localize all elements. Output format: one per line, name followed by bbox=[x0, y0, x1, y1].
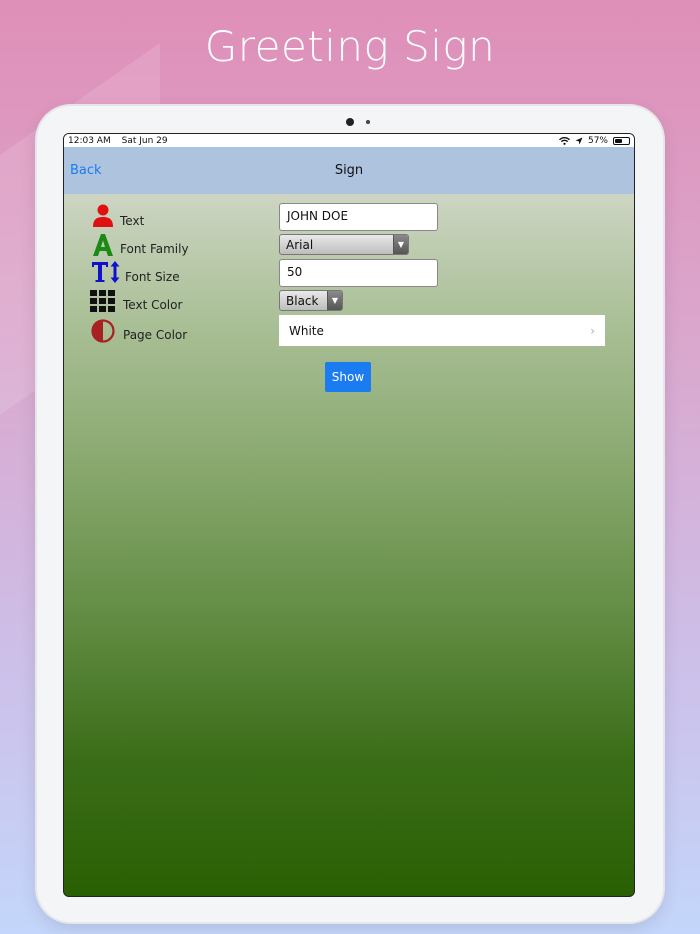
location-arrow-icon bbox=[575, 137, 583, 144]
tablet-frame: 12:03 AM Sat Jun 29 57% Back Sign Text J… bbox=[37, 106, 663, 922]
text-label: Text bbox=[120, 214, 145, 228]
battery-icon bbox=[613, 136, 630, 145]
text-input[interactable]: JOHN DOE bbox=[279, 203, 438, 231]
text-color-value: Black bbox=[286, 293, 319, 308]
person-icon bbox=[90, 203, 116, 229]
promo-title: Greeting Sign bbox=[204, 22, 496, 71]
wifi-icon bbox=[558, 136, 570, 145]
navigation-bar: Back Sign bbox=[64, 147, 634, 194]
font-family-select[interactable]: Arial ▼ bbox=[279, 234, 409, 255]
dropdown-arrow-icon: ▼ bbox=[393, 235, 408, 254]
text-color-label: Text Color bbox=[123, 298, 183, 312]
status-time: 12:03 AM bbox=[68, 135, 111, 146]
sensor-dot bbox=[366, 120, 370, 124]
battery-percent: 57% bbox=[587, 135, 608, 146]
camera-dot bbox=[346, 118, 354, 126]
battery-level bbox=[615, 138, 623, 143]
nav-title: Sign bbox=[334, 163, 364, 178]
page-color-label: Page Color bbox=[123, 328, 188, 342]
letter-a-icon bbox=[90, 232, 116, 258]
text-size-icon bbox=[90, 259, 122, 285]
half-circle-icon bbox=[90, 318, 116, 344]
font-family-label: Font Family bbox=[120, 242, 189, 256]
font-size-label: Font Size bbox=[125, 270, 180, 284]
show-button[interactable]: Show bbox=[325, 362, 371, 392]
text-color-select[interactable]: Black ▼ bbox=[279, 290, 343, 311]
status-date: Sat Jun 29 bbox=[121, 135, 168, 146]
app-screen: 12:03 AM Sat Jun 29 57% Back Sign Text J… bbox=[63, 133, 635, 897]
page-color-row[interactable]: White › bbox=[279, 315, 605, 346]
dropdown-arrow-icon: ▼ bbox=[327, 291, 342, 310]
page-color-value: White bbox=[289, 323, 324, 338]
status-bar: 12:03 AM Sat Jun 29 57% bbox=[64, 134, 634, 147]
chevron-right-icon: › bbox=[590, 323, 595, 338]
font-family-value: Arial bbox=[286, 237, 314, 252]
back-button[interactable]: Back bbox=[70, 163, 102, 178]
grid-icon bbox=[90, 288, 116, 314]
font-size-input[interactable]: 50 bbox=[279, 259, 438, 287]
